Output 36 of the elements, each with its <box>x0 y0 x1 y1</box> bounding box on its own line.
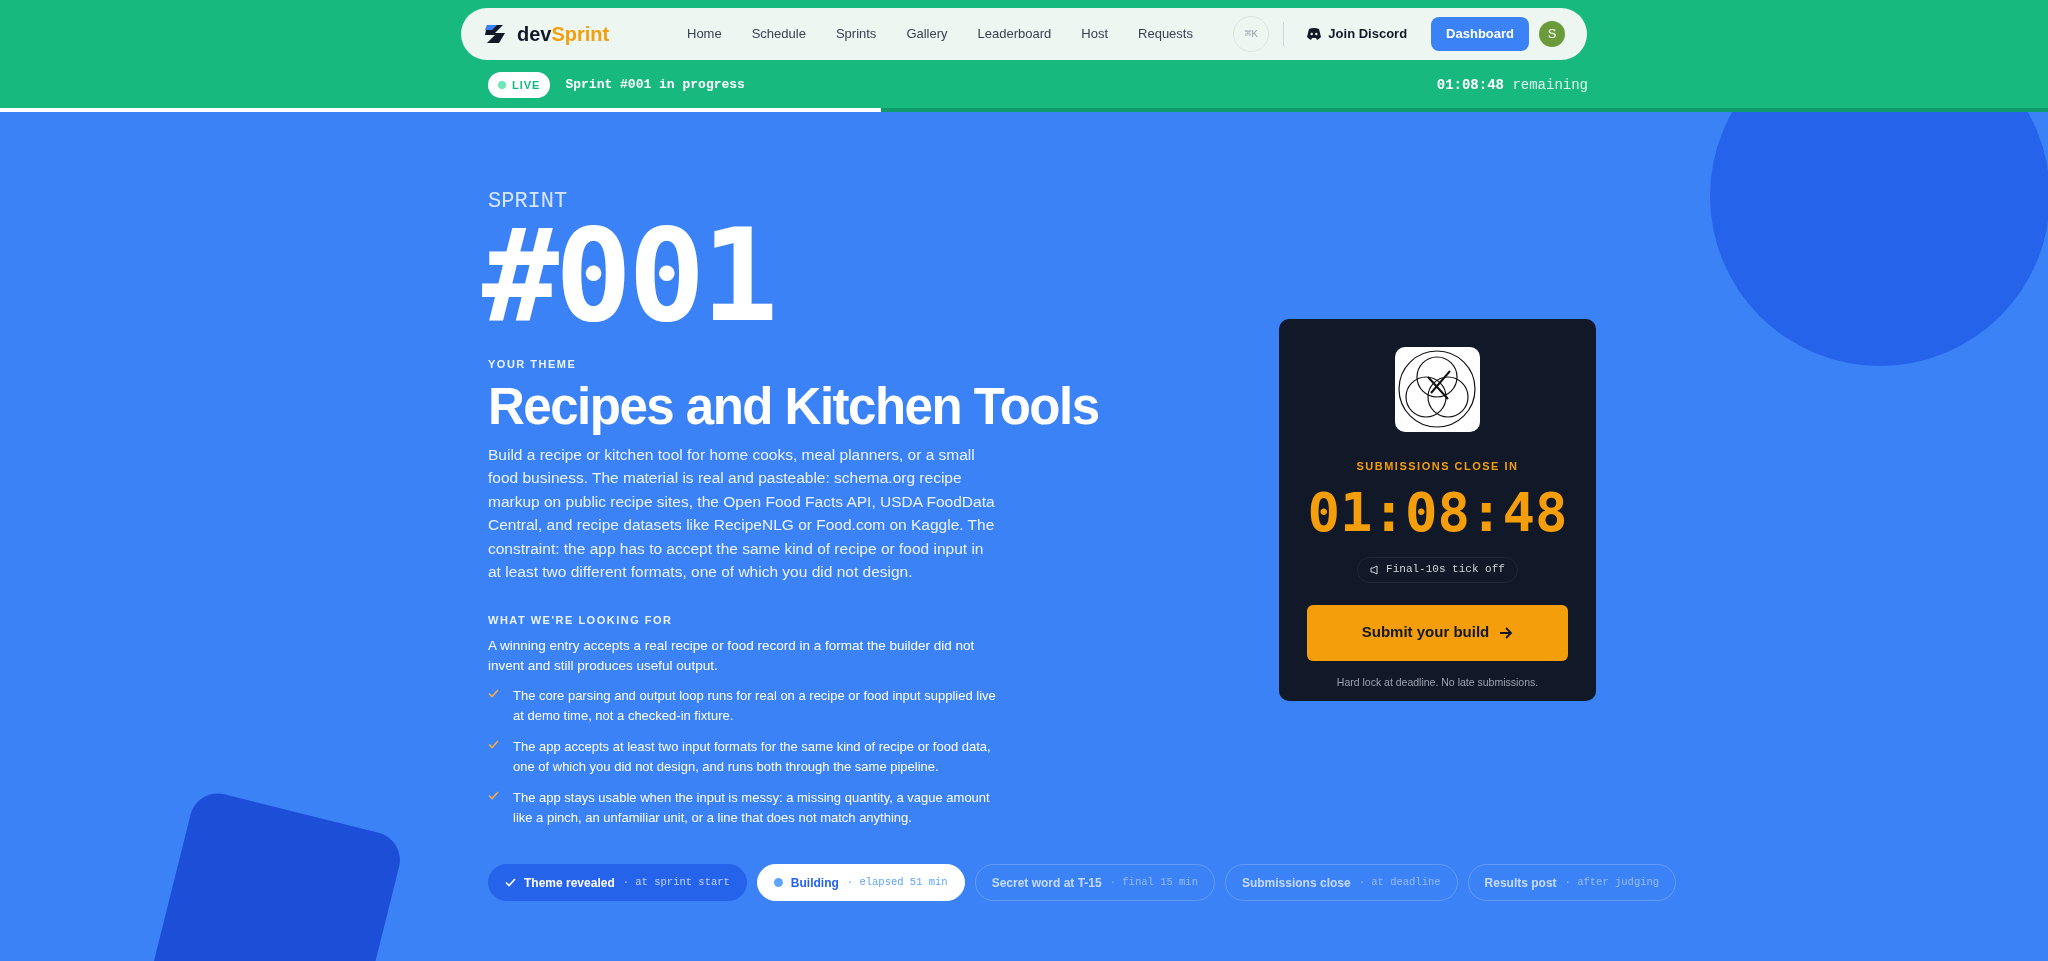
remaining-time: 01:08:48 remaining <box>1436 75 1588 95</box>
sprint-status: Sprint #001 in progress <box>565 76 745 95</box>
theme-title: Recipes and Kitchen Tools <box>488 376 1100 437</box>
speaker-icon <box>1370 564 1379 575</box>
criteria-item: The app stays usable when the input is messy: a missing quantity, a vague amount like a pinch, an unfamiliar unit, or a line that does not match anything. <box>513 789 991 827</box>
timeline-step: Theme revealed · at sprint start <box>488 864 747 901</box>
criteria-heading: WHAT WE'RE LOOKING FOR <box>488 612 674 628</box>
dashboard-button[interactable]: Dashboard <box>1431 17 1529 51</box>
live-badge: LIVE <box>488 72 551 98</box>
timeline-step: Building · elapsed 51 min <box>756 864 965 901</box>
nav-link[interactable]: Schedule <box>751 24 806 44</box>
countdown-timer: 01:08:48 <box>1307 482 1568 543</box>
checkmark-icon <box>505 878 516 887</box>
nav-link[interactable]: Requests <box>1138 24 1193 44</box>
deadline-note: Hard lock at deadline. No late submissions. <box>1336 674 1539 690</box>
timer-label: SUBMISSIONS CLOSE IN <box>1356 459 1519 474</box>
theme-description: Build a recipe or kitchen tool for home cooks, meal planners, or a small food business. The material is real and pasteable: schema.org recipe markup on public recipe sites, the Open Food Facts API, USDA FoodData Central, and recipe datasets like RecipeNLG or Food.com on Kaggle. The constraint: the app has to accept the same kind of recipe or food input in at least two different formats, one of which you did not design. <box>488 444 996 582</box>
nav-link[interactable]: Sprints <box>835 24 877 44</box>
nav-link[interactable]: Gallery <box>906 24 948 44</box>
checkmark-icon <box>488 689 499 698</box>
nav-link[interactable]: Home <box>687 24 722 44</box>
theme-label: YOUR THEME <box>488 357 578 372</box>
discord-button[interactable]: Join Discord <box>1298 17 1416 51</box>
criteria-intro: A winning entry accepts a real recipe or food record in a format the builder did not invent and still produces useful output. <box>488 637 976 675</box>
nav-link[interactable]: Host <box>1081 24 1109 44</box>
criteria-item: The app accepts at least two input formats for the same kind of recipe or food data, one of which you did not design, and runs both through the same pipeline. <box>513 738 992 776</box>
checkmark-icon <box>488 740 499 749</box>
nav-link[interactable]: Leaderboard <box>977 24 1052 44</box>
criteria-item: The core parsing and output loop runs for real on a recipe or food input supplied live at demo time, not a checked-in fixture. <box>513 687 997 725</box>
chat-icon <box>1306 28 1323 40</box>
checkmark-icon <box>488 791 499 800</box>
arrow-right-icon <box>1499 626 1514 639</box>
logo-text: devSprint <box>517 22 610 47</box>
sprint-label: SPRINT <box>488 188 569 216</box>
submit-button[interactable]: Submit your build <box>1307 604 1568 661</box>
sprint-number: #001 <box>482 216 776 336</box>
